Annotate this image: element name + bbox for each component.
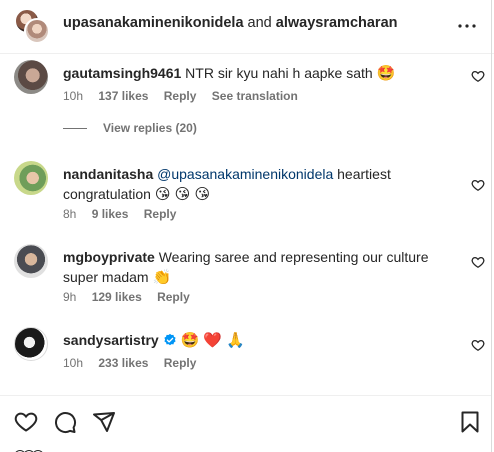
comment-time[interactable]: 10h — [63, 356, 83, 370]
more-horizontal-icon[interactable] — [455, 14, 479, 38]
heart-icon[interactable] — [471, 338, 485, 352]
comment-emojis: 🤩 — [376, 65, 396, 82]
comment-meta: 9h 129 likes Reply — [63, 290, 202, 304]
panel-divider — [491, 0, 492, 452]
heart-icon[interactable] — [471, 178, 485, 192]
reply-button[interactable]: Reply — [144, 207, 177, 221]
comment-text: NTR sir kyu nahi h aapke sath — [185, 65, 373, 81]
comment-item: gautamsingh9461 NTR sir kyu nahi h aapke… — [14, 60, 485, 110]
comment-meta: 8h 9 likes Reply — [63, 207, 188, 221]
comment-item: sandysartistry 🤩 ❤️ 🙏 10h 233 likes Repl… — [14, 327, 485, 377]
reply-button[interactable]: Reply — [157, 290, 190, 304]
comment-likes[interactable]: 9 likes — [92, 207, 129, 221]
comment-time[interactable]: 8h — [63, 207, 76, 221]
comment-username[interactable]: mgboyprivate — [63, 249, 155, 265]
comment-emojis: 😘 😘 😘 — [154, 186, 211, 203]
author-link[interactable]: upasanakaminenikonidela — [63, 15, 244, 31]
avatar[interactable] — [14, 327, 48, 361]
view-replies-button[interactable]: View replies (20) — [63, 121, 197, 135]
avatar[interactable] — [14, 60, 48, 94]
comment-body: nandanitasha @upasanakaminenikonidela he… — [63, 164, 453, 205]
comment-emojis: 👏 — [152, 269, 172, 286]
avatar — [24, 18, 50, 44]
comment-likes[interactable]: 129 likes — [92, 290, 142, 304]
heart-icon[interactable] — [471, 69, 485, 83]
share-icon[interactable] — [92, 410, 116, 434]
avatar[interactable] — [14, 244, 48, 278]
comment-time[interactable]: 9h — [63, 290, 76, 304]
comment-body: sandysartistry 🤩 ❤️ 🙏 — [63, 330, 453, 351]
author-link[interactable]: alwaysramcharan — [276, 15, 398, 31]
comment-likes[interactable]: 137 likes — [98, 89, 148, 103]
comment-time[interactable]: 10h — [63, 89, 83, 103]
replies-divider — [63, 128, 87, 130]
comment-emojis: 🤩 ❤️ 🙏 — [180, 332, 245, 349]
comment-icon[interactable] — [53, 410, 77, 434]
comment-item: nandanitasha @upasanakaminenikonidela he… — [14, 161, 485, 223]
collab-avatars[interactable] — [14, 8, 50, 44]
comment-mention[interactable]: @upasanakaminenikonidela — [157, 166, 333, 182]
comment-meta: 10h 233 likes Reply — [63, 356, 208, 370]
liked-by-avatars[interactable] — [14, 446, 54, 452]
post-action-bar — [0, 395, 491, 452]
bookmark-icon[interactable] — [458, 410, 482, 434]
avatar[interactable] — [14, 161, 48, 195]
comment-username[interactable]: gautamsingh9461 — [63, 65, 181, 81]
verified-badge-icon — [164, 333, 176, 346]
see-translation-button[interactable]: See translation — [212, 89, 298, 103]
author-joiner: and — [247, 15, 272, 31]
comment-item: mgboyprivate Wearing saree and represent… — [14, 244, 485, 306]
post-authors: upasanakaminenikonidela and alwaysramcha… — [63, 15, 398, 31]
view-replies-label: View replies (20) — [103, 121, 197, 135]
heart-icon[interactable] — [471, 255, 485, 269]
post-header: upasanakaminenikonidela and alwaysramcha… — [0, 0, 494, 54]
reply-button[interactable]: Reply — [164, 356, 197, 370]
comment-username[interactable]: nandanitasha — [63, 166, 153, 182]
reply-button[interactable]: Reply — [164, 89, 197, 103]
comment-likes[interactable]: 233 likes — [98, 356, 148, 370]
instagram-comments-panel: upasanakaminenikonidela and alwaysramcha… — [0, 0, 494, 452]
comment-username[interactable]: sandysartistry — [63, 332, 159, 348]
comment-body: gautamsingh9461 NTR sir kyu nahi h aapke… — [63, 63, 453, 84]
heart-icon[interactable] — [14, 410, 38, 434]
comment-body: mgboyprivate Wearing saree and represent… — [63, 247, 453, 288]
comment-meta: 10h 137 likes Reply See translation — [63, 89, 310, 103]
